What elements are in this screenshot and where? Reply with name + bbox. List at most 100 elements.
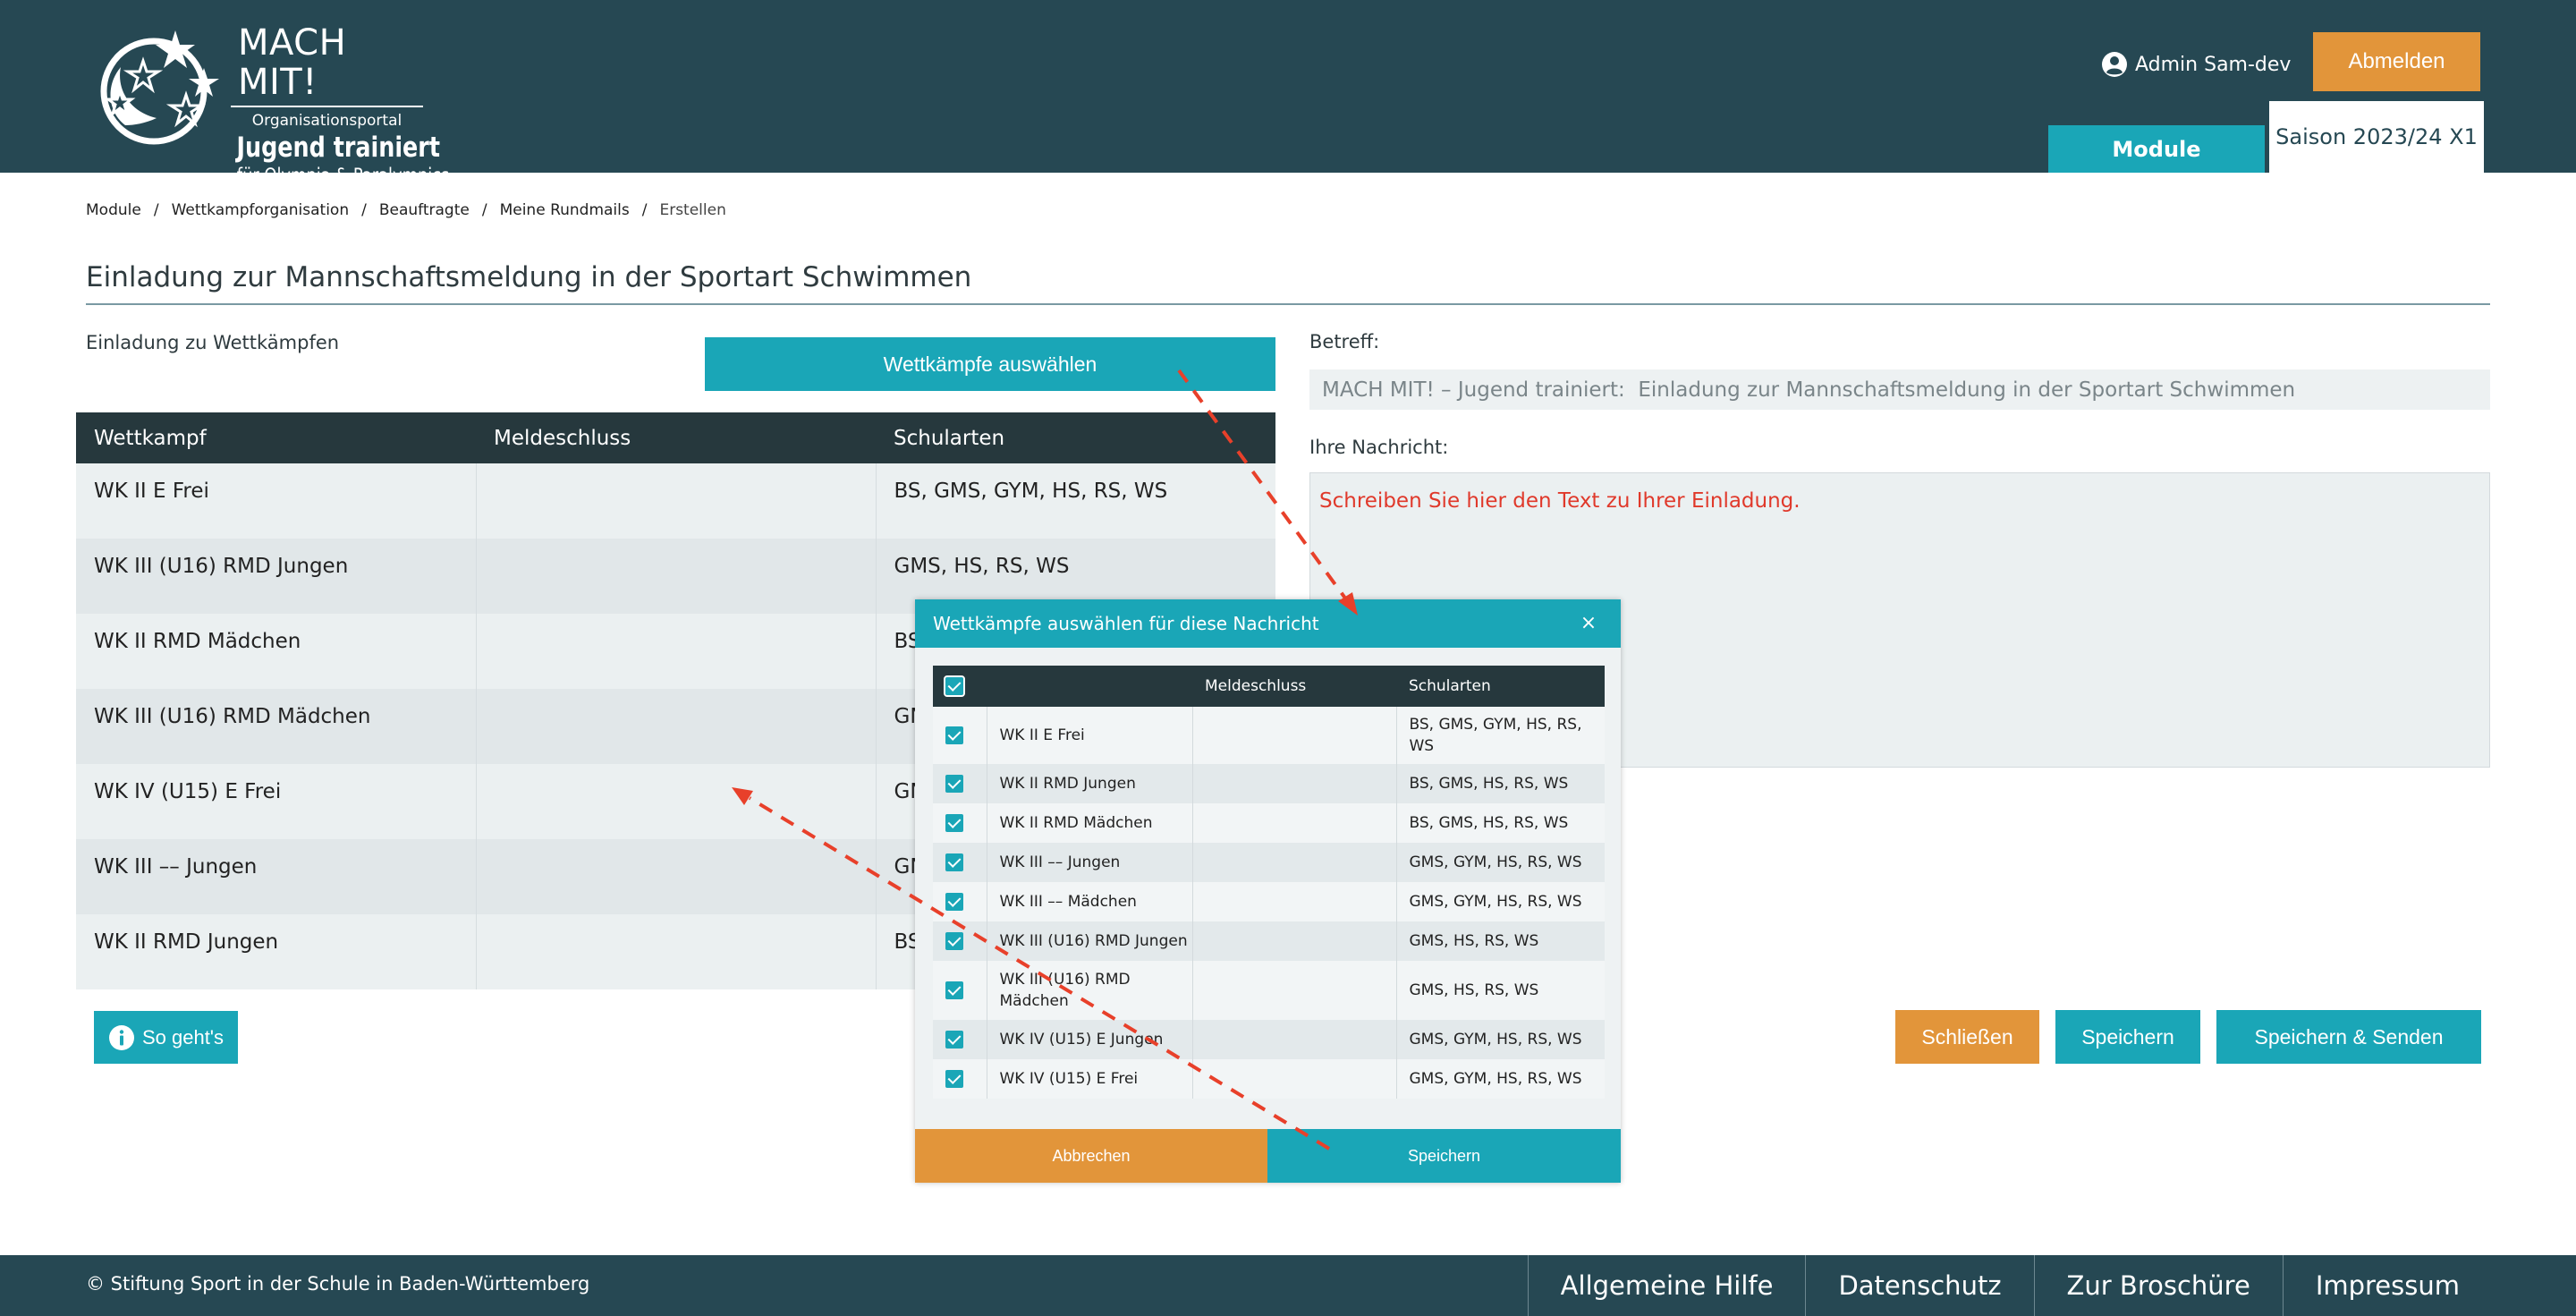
cell-wettkampf: WK IV (U15) E Frei — [987, 1059, 1193, 1099]
modal-cancel-button[interactable]: Abbrechen — [915, 1129, 1267, 1183]
modal-row[interactable]: WK III –– Mädchen GMS, GYM, HS, RS, WS — [933, 882, 1605, 921]
footer-link-brochure[interactable]: Zur Broschüre — [2033, 1255, 2283, 1316]
logo-emblem-icon[interactable] — [89, 27, 222, 145]
logo-tagline: für Olympia & Paralympics — [236, 165, 450, 186]
modal-row[interactable]: WK III (U16) RMD Mädchen GMS, HS, RS, WS — [933, 961, 1605, 1020]
site-footer: © Stiftung Sport in der Schule in Baden-… — [0, 1255, 2576, 1316]
checkbox-checked-icon — [945, 1070, 963, 1088]
row-checkbox[interactable] — [933, 882, 987, 921]
checkbox-checked-icon — [945, 981, 963, 999]
cell-meldeschluss — [476, 689, 877, 764]
tab-season[interactable]: Saison 2023/24 X1 — [2269, 101, 2484, 173]
modal-row[interactable]: WK IV (U15) E Jungen GMS, GYM, HS, RS, W… — [933, 1020, 1605, 1059]
logo-name: Jugend trainiert — [236, 132, 440, 164]
modal-row[interactable]: WK III (U16) RMD Jungen GMS, HS, RS, WS — [933, 921, 1605, 961]
logout-button[interactable]: Abmelden — [2313, 32, 2480, 91]
info-icon — [108, 1024, 134, 1050]
breadcrumb-separator: / — [481, 201, 487, 219]
logo-subtitle: Organisationsportal — [251, 112, 402, 130]
cell-schularten: BS, GMS, GYM, HS, RS, WS — [876, 463, 1275, 539]
cell-schularten: GMS, GYM, HS, RS, WS — [1396, 1059, 1605, 1099]
column-header-wettkampf[interactable]: Wettkampf — [76, 412, 476, 463]
column-header-meldeschluss[interactable]: Meldeschluss — [1192, 666, 1396, 707]
cell-wettkampf: WK II RMD Mädchen — [76, 614, 477, 689]
cell-meldeschluss — [476, 839, 877, 914]
breadcrumb-item-beauftragte[interactable]: Beauftragte — [379, 201, 470, 219]
row-checkbox[interactable] — [933, 843, 987, 882]
row-checkbox[interactable] — [933, 1059, 987, 1099]
howto-label: So geht's — [141, 1025, 225, 1049]
cell-schularten: GMS, GYM, HS, RS, WS — [1396, 843, 1605, 882]
cell-wettkampf: WK III –– Mädchen — [987, 882, 1193, 921]
select-competitions-button[interactable]: Wettkämpfe auswählen — [705, 337, 1275, 391]
row-checkbox[interactable] — [933, 961, 987, 1020]
row-checkbox[interactable] — [933, 921, 987, 961]
cell-meldeschluss — [476, 614, 877, 689]
cell-wettkampf: WK IV (U15) E Jungen — [987, 1020, 1193, 1059]
row-checkbox[interactable] — [933, 1020, 987, 1059]
close-button[interactable]: Schließen — [1895, 1010, 2039, 1064]
cell-wettkampf: WK II E Frei — [987, 707, 1193, 764]
modal-header: Wettkämpfe auswählen für diese Nachricht… — [915, 599, 1621, 648]
page-title: Einladung zur Mannschaftsmeldung in der … — [86, 261, 972, 293]
modal-header-row: Meldeschluss Schularten — [933, 666, 1605, 707]
cell-wettkampf: WK II E Frei — [76, 463, 477, 539]
user-circle-icon — [2102, 52, 2127, 77]
select-all-checkbox[interactable] — [933, 666, 987, 707]
checkbox-checked-icon — [945, 726, 963, 744]
cell-schularten: GMS, GYM, HS, RS, WS — [1396, 1020, 1605, 1059]
breadcrumb-separator: / — [153, 201, 159, 219]
modal-competitions-table: Meldeschluss Schularten WK II E Frei BS,… — [933, 666, 1605, 1099]
breadcrumb-separator: / — [641, 201, 648, 219]
modal-save-button[interactable]: Speichern — [1267, 1129, 1621, 1183]
title-divider — [86, 303, 2490, 305]
footer-link-imprint[interactable]: Impressum — [2282, 1255, 2576, 1316]
user-name: Admin Sam-dev — [2135, 53, 2292, 76]
modal-row[interactable]: WK II RMD Jungen BS, GMS, HS, RS, WS — [933, 764, 1605, 803]
subject-input[interactable] — [1309, 369, 2490, 410]
save-button[interactable]: Speichern — [2055, 1010, 2200, 1064]
footer-links: Allgemeine Hilfe Datenschutz Zur Broschü… — [1527, 1255, 2576, 1316]
cell-meldeschluss — [1192, 882, 1397, 921]
footer-link-privacy[interactable]: Datenschutz — [1805, 1255, 2033, 1316]
cell-wettkampf: WK IV (U15) E Frei — [76, 764, 477, 839]
cell-meldeschluss — [1192, 843, 1397, 882]
column-header-meldeschluss[interactable]: Meldeschluss — [476, 412, 876, 463]
modal-row[interactable]: WK IV (U15) E Frei GMS, GYM, HS, RS, WS — [933, 1059, 1605, 1099]
modal-row[interactable]: WK III –– Jungen GMS, GYM, HS, RS, WS — [933, 843, 1605, 882]
footer-link-help[interactable]: Allgemeine Hilfe — [1527, 1255, 1806, 1316]
breadcrumb-item-module[interactable]: Module — [86, 201, 141, 219]
save-and-send-button[interactable]: Speichern & Senden — [2216, 1010, 2481, 1064]
cell-schularten: GMS, GYM, HS, RS, WS — [1396, 882, 1605, 921]
column-header-schularten[interactable]: Schularten — [1396, 666, 1605, 707]
cell-meldeschluss — [476, 764, 877, 839]
breadcrumb: Module / Wettkampforganisation / Beauftr… — [86, 201, 726, 219]
cell-meldeschluss — [1192, 1020, 1397, 1059]
close-icon[interactable]: × — [1578, 612, 1599, 634]
modal-title: Wettkämpfe auswählen für diese Nachricht — [933, 613, 1319, 634]
breadcrumb-item-rundmails[interactable]: Meine Rundmails — [500, 201, 630, 219]
modal-row[interactable]: WK II E Frei BS, GMS, GYM, HS, RS, WS — [933, 707, 1605, 764]
user-menu[interactable]: Admin Sam-dev — [2101, 47, 2291, 82]
row-checkbox[interactable] — [933, 764, 987, 803]
modal-row[interactable]: WK II RMD Mädchen BS, GMS, HS, RS, WS — [933, 803, 1605, 843]
competitions-label: Einladung zu Wettkämpfen — [86, 332, 340, 353]
tab-module[interactable]: Module — [2048, 125, 2265, 173]
breadcrumb-item-wettkampforganisation[interactable]: Wettkampforganisation — [172, 201, 350, 219]
logo-divider — [231, 106, 423, 107]
row-checkbox[interactable] — [933, 707, 987, 764]
cell-wettkampf: WK III –– Jungen — [987, 843, 1193, 882]
cell-meldeschluss — [1192, 764, 1397, 803]
message-label: Ihre Nachricht: — [1309, 437, 1449, 458]
howto-button[interactable]: So geht's — [94, 1011, 238, 1064]
cell-meldeschluss — [1192, 921, 1397, 961]
breadcrumb-item-current: Erstellen — [659, 201, 726, 219]
column-header-schularten[interactable]: Schularten — [876, 412, 1275, 463]
breadcrumb-separator: / — [361, 201, 367, 219]
row-checkbox[interactable] — [933, 803, 987, 843]
checkbox-checked-icon — [945, 814, 963, 832]
checkbox-checked-icon — [945, 1031, 963, 1049]
column-header-wettkampf[interactable] — [987, 666, 1192, 707]
table-row[interactable]: WK II E Frei BS, GMS, GYM, HS, RS, WS — [76, 463, 1275, 539]
footer-copyright: © Stiftung Sport in der Schule in Baden-… — [86, 1273, 590, 1295]
